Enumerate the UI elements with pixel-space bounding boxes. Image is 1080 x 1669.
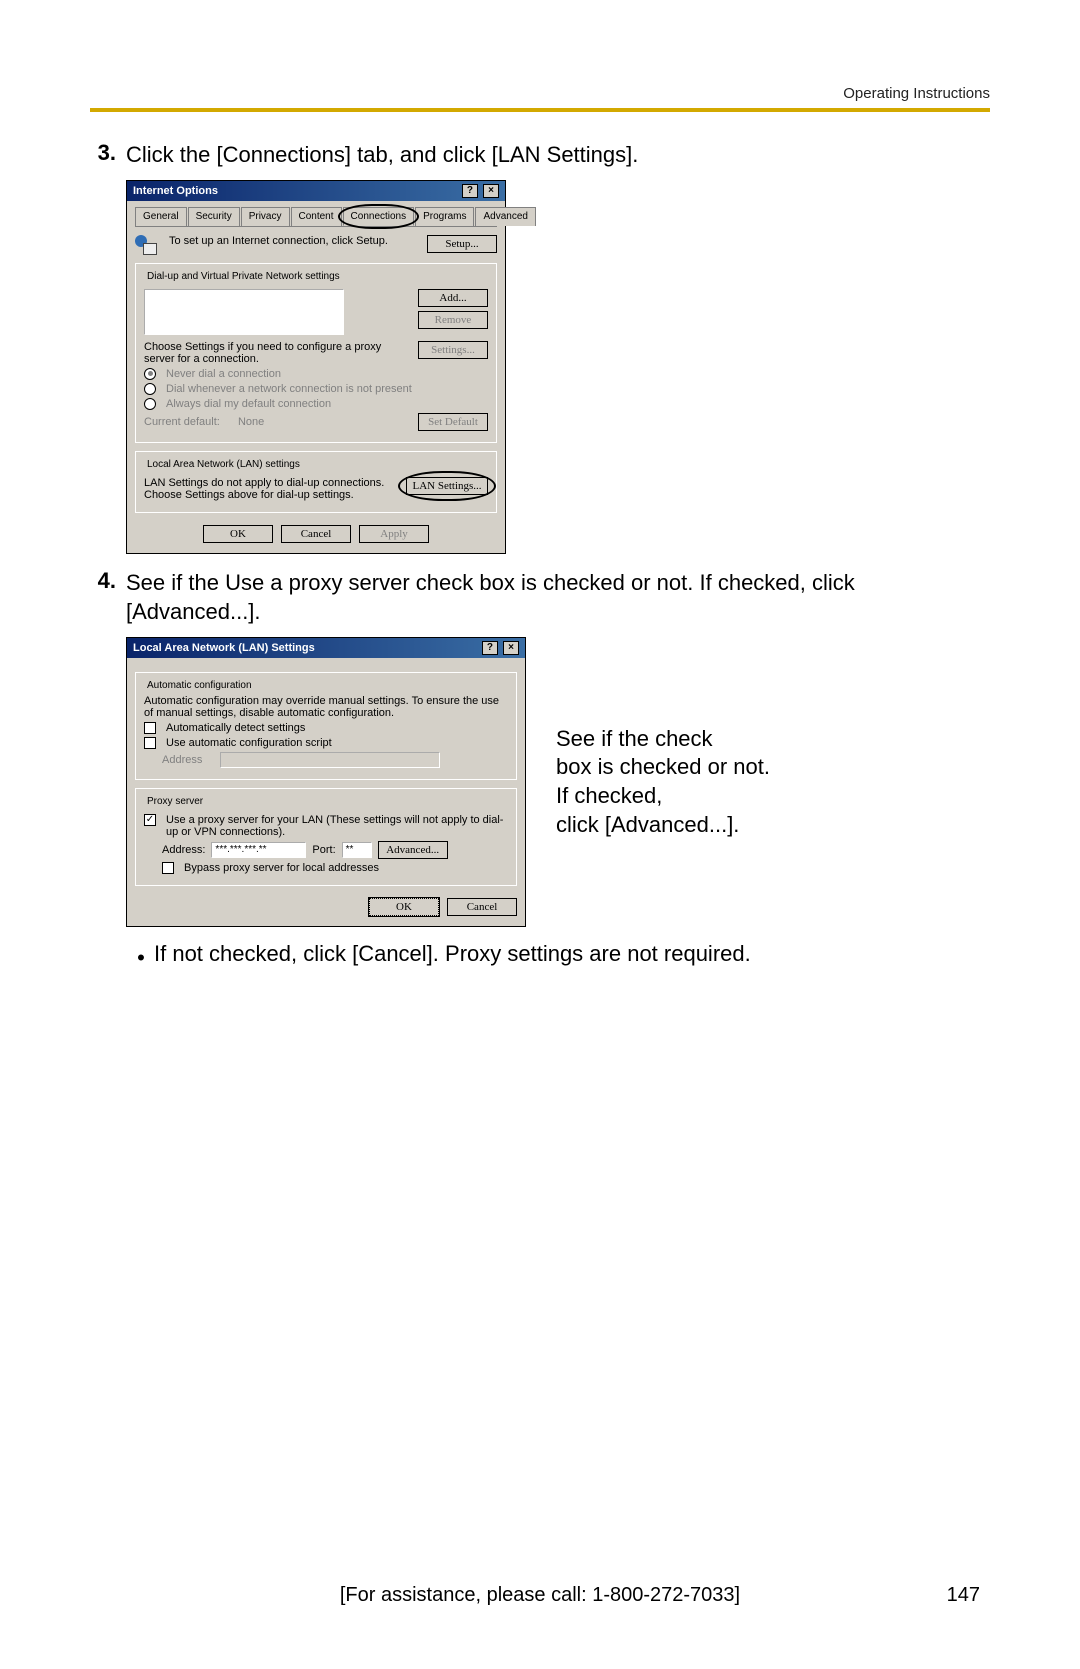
auto-detect-checkbox[interactable] [144,722,156,734]
lan-settings-button[interactable]: LAN Settings... [406,477,488,495]
script-address-input [220,752,440,768]
annot-line4: click [Advanced...]. [556,811,770,840]
proxy-legend: Proxy server [144,796,206,807]
annot-line2: box is checked or not. [556,753,770,782]
bypass-local-label: Bypass proxy server for local addresses [184,862,379,874]
titlebar: Internet Options ? × [127,181,505,201]
settings-button: Settings... [418,341,488,359]
page: Operating Instructions 3. Click the [Con… [0,0,1080,1669]
annot-line1: See if the check [556,725,770,754]
auto-script-label: Use automatic configuration script [166,737,332,749]
proxy-address-input[interactable]: ***.***.***.** [211,842,306,858]
help-icon[interactable]: ? [462,184,478,198]
close-icon[interactable]: × [503,641,519,655]
proxy-fieldset: Proxy server Use a proxy server for your… [135,788,517,886]
internet-options-dialog: Internet Options ? × General Security Pr… [126,180,506,554]
current-default-label: Current default: [144,416,220,428]
tab-privacy[interactable]: Privacy [241,207,290,226]
proxy-address-label: Address: [162,844,205,856]
step-number: 4. [90,568,126,627]
auto-config-fieldset: Automatic configuration Automatic config… [135,672,517,780]
page-top-rule [90,108,990,112]
auto-config-legend: Automatic configuration [144,680,255,691]
note-bullet: • If not checked, click [Cancel]. Proxy … [128,941,990,971]
step-text: See if the Use a proxy server check box … [126,568,990,627]
tab-general[interactable]: General [135,207,187,226]
page-number: 147 [947,1584,980,1607]
dialog-buttons: OK Cancel [135,898,517,916]
setup-text: To set up an Internet connection, click … [169,235,421,247]
advanced-button[interactable]: Advanced... [378,841,448,859]
dialup-legend: Dial-up and Virtual Private Network sett… [144,271,343,282]
radio-always-dial-label: Always dial my default connection [166,398,331,410]
radio-always-dial [144,398,156,410]
add-button[interactable]: Add... [418,289,488,307]
window-controls: ? × [480,641,519,655]
content: 3. Click the [Connections] tab, and clic… [90,140,990,971]
setup-button[interactable]: Setup... [427,235,497,253]
globe-computer-icon [135,235,157,255]
tab-advanced[interactable]: Advanced [475,207,535,226]
tab-connections[interactable]: Connections [343,207,415,226]
tab-content[interactable]: Content [291,207,342,226]
dialog-body: General Security Privacy Content Connect… [127,201,505,553]
script-address-label: Address [162,754,202,766]
lan-text: LAN Settings do not apply to dial-up con… [144,477,400,501]
cancel-button[interactable]: Cancel [281,525,351,543]
note-text: If not checked, click [Cancel]. Proxy se… [154,941,751,967]
dialup-fieldset: Dial-up and Virtual Private Network sett… [135,263,497,443]
current-default-value: None [238,416,264,428]
titlebar: Local Area Network (LAN) Settings ? × [127,638,525,658]
proxy-port-label: Port: [312,844,335,856]
help-icon[interactable]: ? [482,641,498,655]
radio-dial-when-needed [144,383,156,395]
window-controls: ? × [460,184,499,198]
ok-button[interactable]: OK [369,898,439,916]
tab-security[interactable]: Security [188,207,240,226]
dialog-title: Local Area Network (LAN) Settings [133,642,315,654]
bullet-icon: • [128,941,154,971]
auto-detect-label: Automatically detect settings [166,722,305,734]
step-number: 3. [90,140,126,170]
ok-button[interactable]: OK [203,525,273,543]
step-4: 4. See if the Use a proxy server check b… [90,568,990,627]
proxy-port-input[interactable]: ** [342,842,372,858]
cancel-button[interactable]: Cancel [447,898,517,916]
dialog-body: Automatic configuration Automatic config… [127,658,525,926]
lan-legend: Local Area Network (LAN) settings [144,459,303,470]
lan-settings-circle: LAN Settings... [406,477,488,495]
annot-line3: If checked, [556,782,770,811]
remove-button: Remove [418,311,488,329]
dialog-title: Internet Options [133,185,218,197]
header-section-title: Operating Instructions [843,85,990,102]
close-icon[interactable]: × [483,184,499,198]
use-proxy-checkbox[interactable] [144,814,156,826]
auto-config-text: Automatic configuration may override man… [144,695,508,719]
tab-programs[interactable]: Programs [415,207,474,226]
radio-never-dial-label: Never dial a connection [166,368,281,380]
lan-settings-screenshot: Local Area Network (LAN) Settings ? × Au… [126,637,990,927]
settings-hint: Choose Settings if you need to configure… [144,341,412,365]
radio-dial-when-needed-label: Dial whenever a network connection is no… [166,383,412,395]
lan-settings-dialog: Local Area Network (LAN) Settings ? × Au… [126,637,526,927]
apply-button: Apply [359,525,429,543]
auto-script-checkbox[interactable] [144,737,156,749]
internet-options-screenshot: Internet Options ? × General Security Pr… [126,180,990,554]
connections-listbox[interactable] [144,289,344,335]
step-3: 3. Click the [Connections] tab, and clic… [90,140,990,170]
radio-never-dial [144,368,156,380]
lan-fieldset: Local Area Network (LAN) settings LAN Se… [135,451,497,513]
tabstrip: General Security Privacy Content Connect… [135,207,497,227]
use-proxy-label: Use a proxy server for your LAN (These s… [166,814,508,838]
step-text: Click the [Connections] tab, and click [… [126,140,990,170]
set-default-button: Set Default [418,413,488,431]
bypass-local-checkbox[interactable] [162,862,174,874]
footer-assistance: [For assistance, please call: 1-800-272-… [0,1584,1080,1607]
annotation-callout: See if the check box is checked or not. … [556,725,770,839]
dialog-buttons: OK Cancel Apply [135,525,497,543]
